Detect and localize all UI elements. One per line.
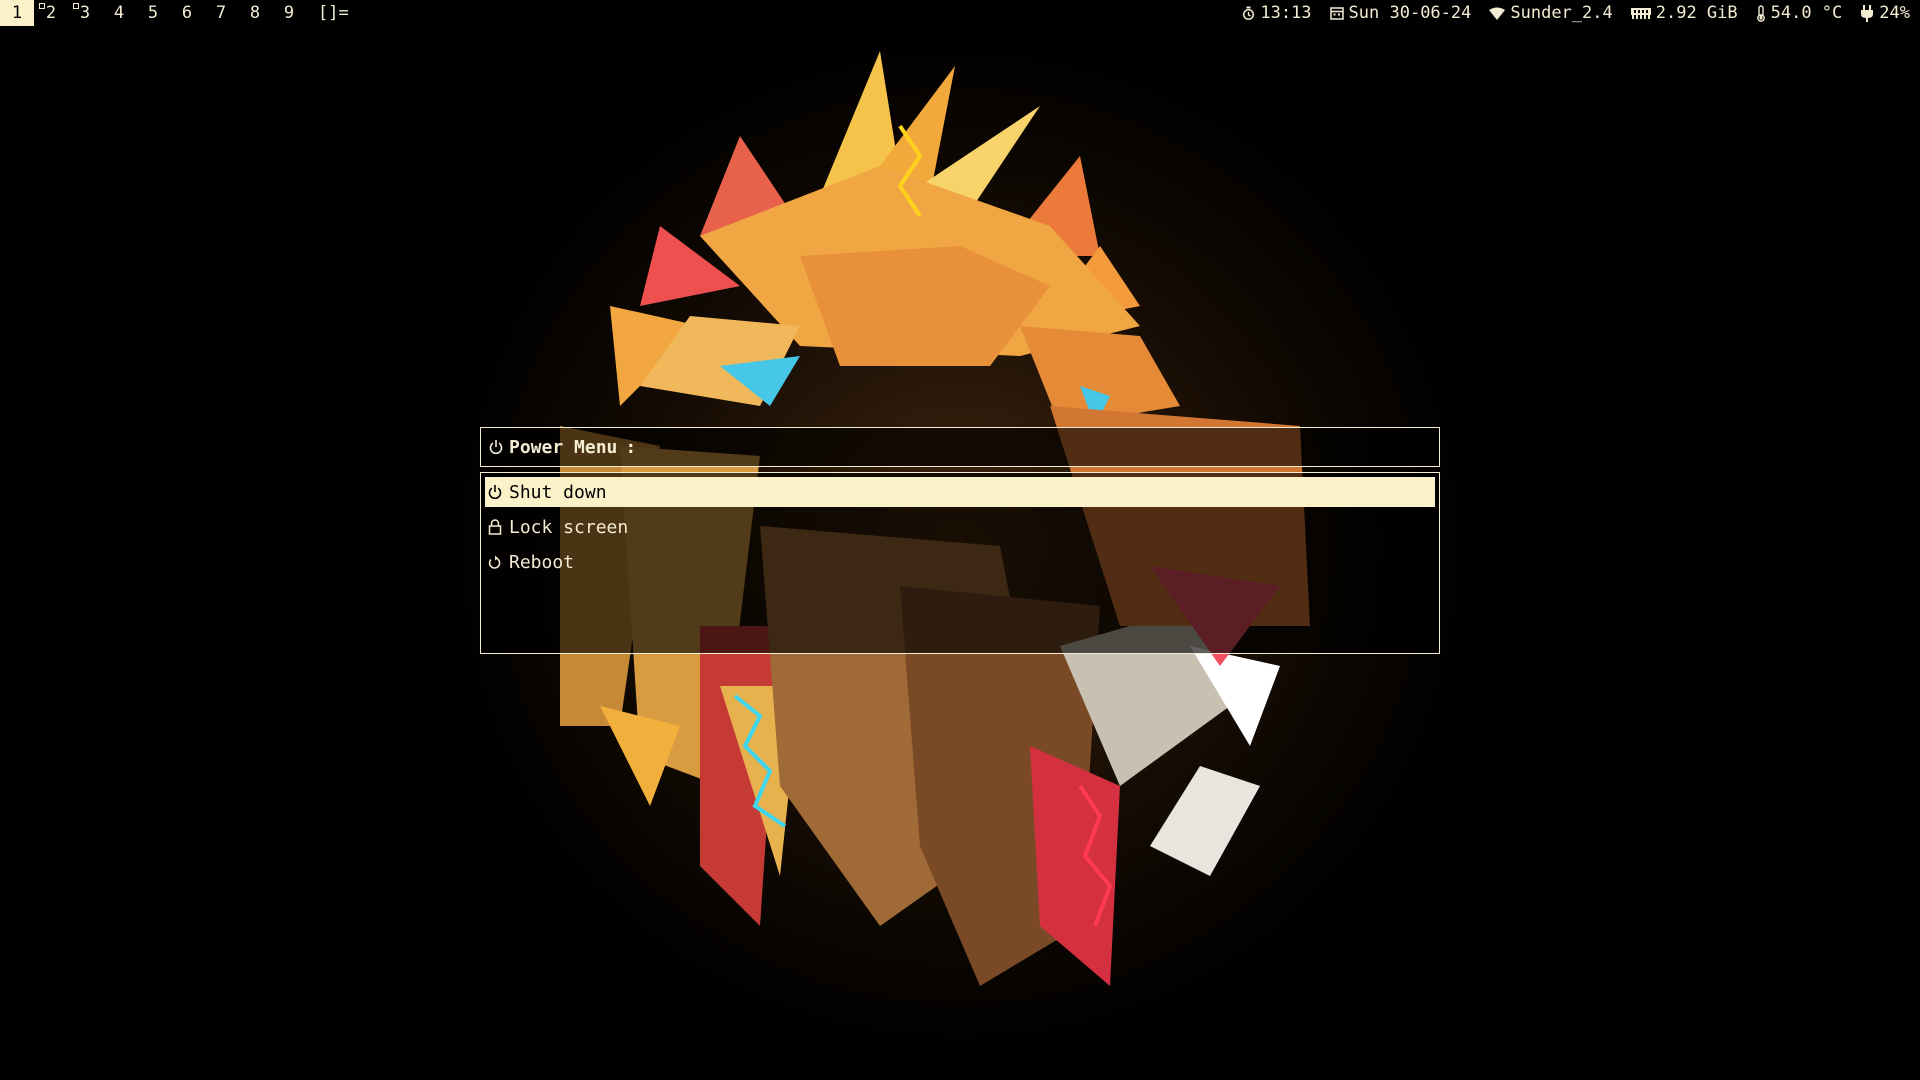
wifi-text: Sunder_2.4: [1510, 3, 1613, 23]
power-menu-list: Shut down Lock screen Reboot: [480, 472, 1440, 654]
calendar-icon: [1329, 7, 1344, 20]
memory-icon: [1630, 8, 1651, 19]
wifi-icon: [1489, 7, 1506, 20]
menu-item-label: Reboot: [509, 551, 575, 573]
clock-module: 13:13: [1242, 3, 1312, 23]
status-area: 13:13 Sun 30-06-24 Sunder_2.4 2.92 GiB 5…: [1224, 0, 1920, 26]
tag-label: 7: [215, 3, 227, 23]
temperature-module: 54.0 °C: [1756, 3, 1843, 23]
menu-item-lock-screen[interactable]: Lock screen: [485, 512, 1435, 542]
clock-text: 13:13: [1260, 3, 1312, 23]
reboot-icon: [488, 555, 501, 569]
lock-icon: [488, 519, 502, 535]
power-icon: [488, 485, 502, 500]
temperature-text: 54.0 °C: [1770, 3, 1843, 23]
tag-list: 1 2 3 4 5 6 7 8 9 []=: [0, 0, 349, 26]
power-menu-prompt[interactable]: Power Menu :: [480, 427, 1440, 467]
tag-7[interactable]: 7: [204, 0, 238, 26]
menu-item-shut-down[interactable]: Shut down: [485, 477, 1435, 507]
thermometer-icon: [1756, 4, 1765, 22]
layout-symbol[interactable]: []=: [318, 3, 349, 23]
occupied-indicator: [73, 3, 79, 9]
power-icon: [489, 440, 503, 455]
battery-text: 24%: [1879, 3, 1910, 23]
tag-9[interactable]: 9: [272, 0, 306, 26]
tag-1[interactable]: 1: [0, 0, 34, 26]
menu-item-label: Lock screen: [509, 516, 629, 538]
top-bar: 1 2 3 4 5 6 7 8 9 []= 13:13 Sun 30-06-24…: [0, 0, 1920, 26]
tag-label: 9: [283, 3, 295, 23]
wifi-module: Sunder_2.4: [1489, 3, 1613, 23]
tag-label: 5: [147, 3, 159, 23]
tag-3[interactable]: 3: [68, 0, 102, 26]
tag-label: 6: [181, 3, 193, 23]
date-text: Sun 30-06-24: [1348, 3, 1472, 23]
clock-icon: [1243, 6, 1255, 20]
memory-module: 2.92 GiB: [1630, 3, 1738, 23]
prompt-separator: :: [625, 436, 637, 458]
tag-4[interactable]: 4: [102, 0, 136, 26]
battery-module: 24%: [1860, 3, 1910, 23]
occupied-indicator: [39, 3, 45, 9]
tag-label: 3: [79, 3, 91, 23]
date-module: Sun 30-06-24: [1329, 3, 1472, 23]
tag-label: 8: [249, 3, 261, 23]
tag-5[interactable]: 5: [136, 0, 170, 26]
tag-8[interactable]: 8: [238, 0, 272, 26]
menu-item-label: Shut down: [509, 481, 607, 503]
prompt-label: Power Menu: [509, 436, 618, 458]
tag-label: 4: [113, 3, 125, 23]
tag-label: 2: [45, 3, 57, 23]
plug-icon: [1861, 4, 1874, 22]
tag-label: 1: [11, 3, 23, 23]
menu-item-reboot[interactable]: Reboot: [485, 547, 1435, 577]
memory-text: 2.92 GiB: [1655, 3, 1738, 23]
tag-6[interactable]: 6: [170, 0, 204, 26]
tag-2[interactable]: 2: [34, 0, 68, 26]
